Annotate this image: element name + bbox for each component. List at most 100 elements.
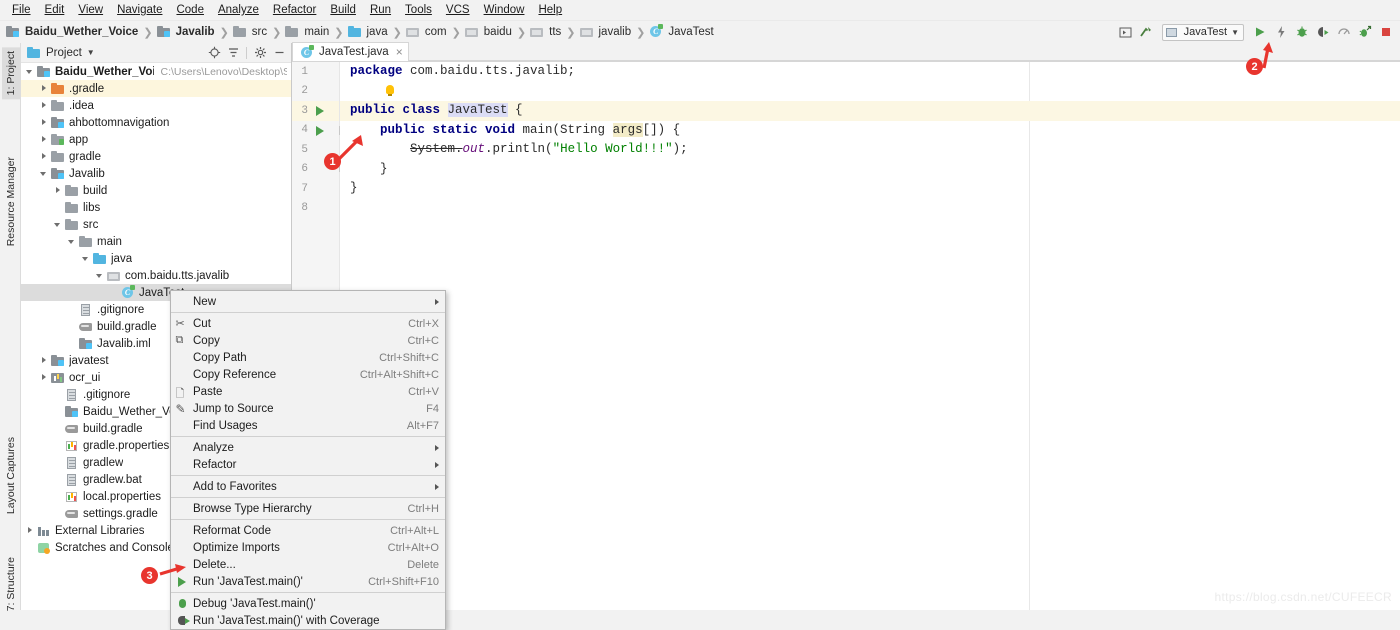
intention-bulb-icon[interactable] bbox=[386, 84, 394, 96]
tree-toggle-open-icon[interactable] bbox=[39, 168, 50, 179]
breadcrumb-item-javatest-class[interactable]: C JavaTest bbox=[649, 24, 714, 39]
tree-node-build[interactable]: build bbox=[21, 182, 291, 199]
code-editor[interactable]: 1 2 3 4 − 5 6 7 8 package com.baidu.tts.… bbox=[292, 62, 1400, 610]
folder-gray-icon bbox=[65, 184, 79, 198]
menu-item-browse-type-hierarchy[interactable]: Browse Type Hierarchy Ctrl+H bbox=[171, 500, 445, 517]
breadcrumb-item-tts[interactable]: tts bbox=[530, 25, 562, 39]
tree-node-gradle[interactable]: .gradle bbox=[21, 80, 291, 97]
menu-item-copy-path[interactable]: Copy Path Ctrl+Shift+C bbox=[171, 349, 445, 366]
tree-toggle-open-icon[interactable] bbox=[53, 219, 64, 230]
menu-item-paste[interactable]: Paste Ctrl+V bbox=[171, 383, 445, 400]
breadcrumb-item-java[interactable]: java bbox=[347, 25, 389, 39]
menu-item-debug-javatest-main[interactable]: Debug 'JavaTest.main()' bbox=[171, 595, 445, 612]
breadcrumb-item-src[interactable]: src bbox=[232, 25, 268, 39]
menu-item-cut[interactable]: Cut Ctrl+X bbox=[171, 315, 445, 332]
breadcrumb-item-main[interactable]: main bbox=[285, 25, 330, 39]
breadcrumb-item-javalib[interactable]: Javalib bbox=[156, 25, 216, 39]
editor-tab-javatest[interactable]: C JavaTest.java × bbox=[292, 42, 409, 61]
menu-item-find-usages[interactable]: Find Usages Alt+F7 bbox=[171, 417, 445, 434]
breadcrumb-item-baidu[interactable]: baidu bbox=[464, 25, 513, 39]
tree-toggle-closed-icon[interactable] bbox=[39, 151, 50, 162]
tree-node-src[interactable]: src bbox=[21, 216, 291, 233]
tree-toggle-closed-icon[interactable] bbox=[25, 525, 36, 536]
menu-file[interactable]: File bbox=[5, 2, 38, 18]
attach-debugger-icon[interactable] bbox=[1356, 24, 1373, 41]
breadcrumb-separator: ❯ bbox=[219, 26, 229, 39]
tree-node-ahbottomnavigation[interactable]: ahbottomnavigation bbox=[21, 114, 291, 131]
run-main-gutter-icon[interactable] bbox=[316, 125, 324, 136]
menu-item-shortcut: Ctrl+Shift+F10 bbox=[368, 575, 439, 588]
menu-vcs[interactable]: VCS bbox=[439, 2, 477, 18]
gauge-icon[interactable] bbox=[1335, 24, 1352, 41]
tool-window-resource-manager[interactable]: Resource Manager bbox=[2, 153, 20, 250]
module-icon bbox=[6, 25, 20, 39]
menu-item-optimize-imports[interactable]: Optimize Imports Ctrl+Alt+O bbox=[171, 539, 445, 556]
tree-toggle-open-icon[interactable] bbox=[81, 253, 92, 264]
menu-help[interactable]: Help bbox=[531, 2, 569, 18]
tree-node-java[interactable]: java bbox=[21, 250, 291, 267]
tree-toggle-closed-icon[interactable] bbox=[39, 83, 50, 94]
tree-toggle-open-icon[interactable] bbox=[25, 66, 36, 77]
menu-analyze[interactable]: Analyze bbox=[211, 2, 266, 18]
menu-item-new[interactable]: New bbox=[171, 293, 445, 310]
tree-node-gradle[interactable]: gradle bbox=[21, 148, 291, 165]
tree-toggle-open-icon[interactable] bbox=[95, 270, 106, 281]
select-opened-file-icon[interactable] bbox=[206, 45, 222, 61]
debug-button[interactable] bbox=[1293, 24, 1310, 41]
menu-navigate[interactable]: Navigate bbox=[110, 2, 169, 18]
chevron-down-icon[interactable]: ▼ bbox=[87, 48, 95, 57]
tree-toggle-closed-icon[interactable] bbox=[39, 117, 50, 128]
tree-node-com-baidu-tts-javalib[interactable]: com.baidu.tts.javalib bbox=[21, 267, 291, 284]
tree-node-javalib[interactable]: Javalib bbox=[21, 165, 291, 182]
preview-layout-icon[interactable] bbox=[1117, 24, 1134, 41]
tree-node-libs[interactable]: libs bbox=[21, 199, 291, 216]
run-class-gutter-icon[interactable] bbox=[316, 106, 324, 116]
menu-view[interactable]: View bbox=[71, 2, 110, 18]
menu-item-run-javatest-main-with-coverage[interactable]: Run 'JavaTest.main()' with Coverage bbox=[171, 612, 445, 629]
menu-refactor[interactable]: Refactor bbox=[266, 2, 323, 18]
breadcrumb-item-javalib-pkg[interactable]: javalib bbox=[579, 25, 633, 39]
tree-node-baidu-wether-voice[interactable]: Baidu_Wether_Voice C:\Users\Lenovo\Deskto… bbox=[21, 63, 291, 80]
menu-tools[interactable]: Tools bbox=[398, 2, 439, 18]
menu-item-delete[interactable]: Delete... Delete bbox=[171, 556, 445, 573]
tree-toggle-closed-icon[interactable] bbox=[39, 100, 50, 111]
menu-edit[interactable]: Edit bbox=[38, 2, 72, 18]
close-icon[interactable]: × bbox=[396, 45, 403, 59]
code-content[interactable]: package com.baidu.tts.javalib; public cl… bbox=[340, 62, 1400, 610]
menu-item-copy-reference[interactable]: Copy Reference Ctrl+Alt+Shift+C bbox=[171, 366, 445, 383]
menu-item-add-to-favorites[interactable]: Add to Favorites bbox=[171, 478, 445, 495]
tool-window-project[interactable]: 1: Project bbox=[2, 47, 20, 100]
tree-node-idea[interactable]: .idea bbox=[21, 97, 291, 114]
stop-button[interactable] bbox=[1377, 24, 1394, 41]
tool-window-layout-captures[interactable]: Layout Captures bbox=[2, 433, 20, 518]
breadcrumb-item-com[interactable]: com bbox=[405, 25, 448, 39]
make-project-icon[interactable] bbox=[1138, 24, 1155, 41]
menu-item-run-javatest-main[interactable]: Run 'JavaTest.main()' Ctrl+Shift+F10 bbox=[171, 573, 445, 590]
run-with-coverage-button[interactable] bbox=[1314, 24, 1331, 41]
menu-item-jump-to-source[interactable]: Jump to Source F4 bbox=[171, 400, 445, 417]
tree-toggle-closed-icon[interactable] bbox=[53, 185, 64, 196]
tree-toggle-closed-icon[interactable] bbox=[39, 355, 50, 366]
context-menu[interactable]: New Cut Ctrl+X Copy Ctrl+C Copy Path Ctrl+Shif… bbox=[170, 290, 446, 630]
menu-item-analyze[interactable]: Analyze bbox=[171, 439, 445, 456]
menu-item-copy[interactable]: Copy Ctrl+C bbox=[171, 332, 445, 349]
menu-item-reformat-code[interactable]: Reformat Code Ctrl+Alt+L bbox=[171, 522, 445, 539]
breadcrumb-separator: ❯ bbox=[636, 26, 646, 39]
tree-toggle-closed-icon[interactable] bbox=[39, 372, 50, 383]
menu-window[interactable]: Window bbox=[477, 2, 532, 18]
menu-code[interactable]: Code bbox=[169, 2, 211, 18]
tool-window-structure[interactable]: 7: Structure bbox=[2, 553, 20, 615]
hide-panel-icon[interactable] bbox=[271, 45, 287, 61]
menu-build[interactable]: Build bbox=[323, 2, 363, 18]
settings-gear-icon[interactable] bbox=[252, 45, 268, 61]
tree-node-main[interactable]: main bbox=[21, 233, 291, 250]
breadcrumb-item-project[interactable]: Baidu_Wether_Voice bbox=[6, 25, 139, 39]
run-configuration-selector[interactable]: JavaTest ▼ bbox=[1161, 23, 1244, 41]
menu-run[interactable]: Run bbox=[363, 2, 398, 18]
menu-item-refactor[interactable]: Refactor bbox=[171, 456, 445, 473]
tree-toggle-closed-icon[interactable] bbox=[39, 134, 50, 145]
tree-node-app[interactable]: app bbox=[21, 131, 291, 148]
tree-toggle-open-icon[interactable] bbox=[67, 236, 78, 247]
collapse-all-icon[interactable] bbox=[225, 45, 241, 61]
